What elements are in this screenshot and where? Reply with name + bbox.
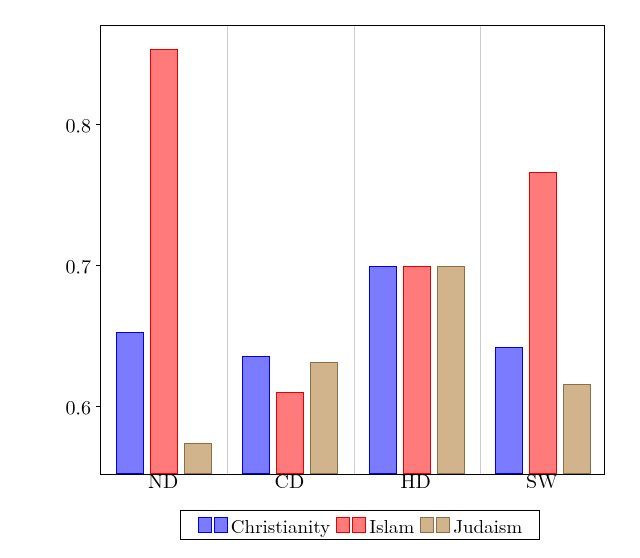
legend-swatch (420, 517, 450, 533)
bar-islam-HD (403, 266, 431, 474)
legend-item-judaism: Judaism (420, 512, 522, 539)
x-tick-label: CD (275, 465, 305, 494)
legend-label: Christianity (231, 512, 330, 539)
bar-judaism-CD (310, 362, 338, 475)
legend-swatch (336, 517, 366, 533)
legend-label: Islam (369, 512, 414, 539)
bar-islam-ND (150, 49, 178, 474)
bar-judaism-SW (563, 384, 591, 474)
x-tick-label: HD (400, 465, 430, 494)
plot-area: 0.60.70.8 (100, 25, 605, 475)
legend-swatch (198, 517, 228, 533)
y-tick-label: 0.7 (41, 251, 91, 280)
legend-item-christianity: Christianity (198, 512, 330, 539)
sentiment-bar-chart: Negative sentiment probability 0.60.70.8… (10, 10, 630, 550)
bar-islam-SW (529, 172, 557, 474)
bar-christianity-HD (369, 266, 397, 474)
grid-line (227, 26, 228, 474)
bar-christianity-CD (242, 356, 270, 474)
y-tick-label: 0.6 (41, 391, 91, 420)
x-tick-label: ND (148, 465, 178, 494)
legend-label: Judaism (453, 512, 522, 539)
legend-item-islam: Islam (336, 512, 414, 539)
grid-line (480, 26, 481, 474)
legend: Christianity Islam Judaism (180, 510, 540, 540)
bar-judaism-HD (437, 266, 465, 474)
grid-line (354, 26, 355, 474)
bar-judaism-ND (184, 443, 212, 474)
bar-christianity-ND (116, 332, 144, 474)
bar-christianity-SW (495, 347, 523, 474)
y-tick-label: 0.8 (41, 110, 91, 139)
bar-islam-CD (276, 392, 304, 474)
x-tick-label: SW (526, 465, 558, 494)
